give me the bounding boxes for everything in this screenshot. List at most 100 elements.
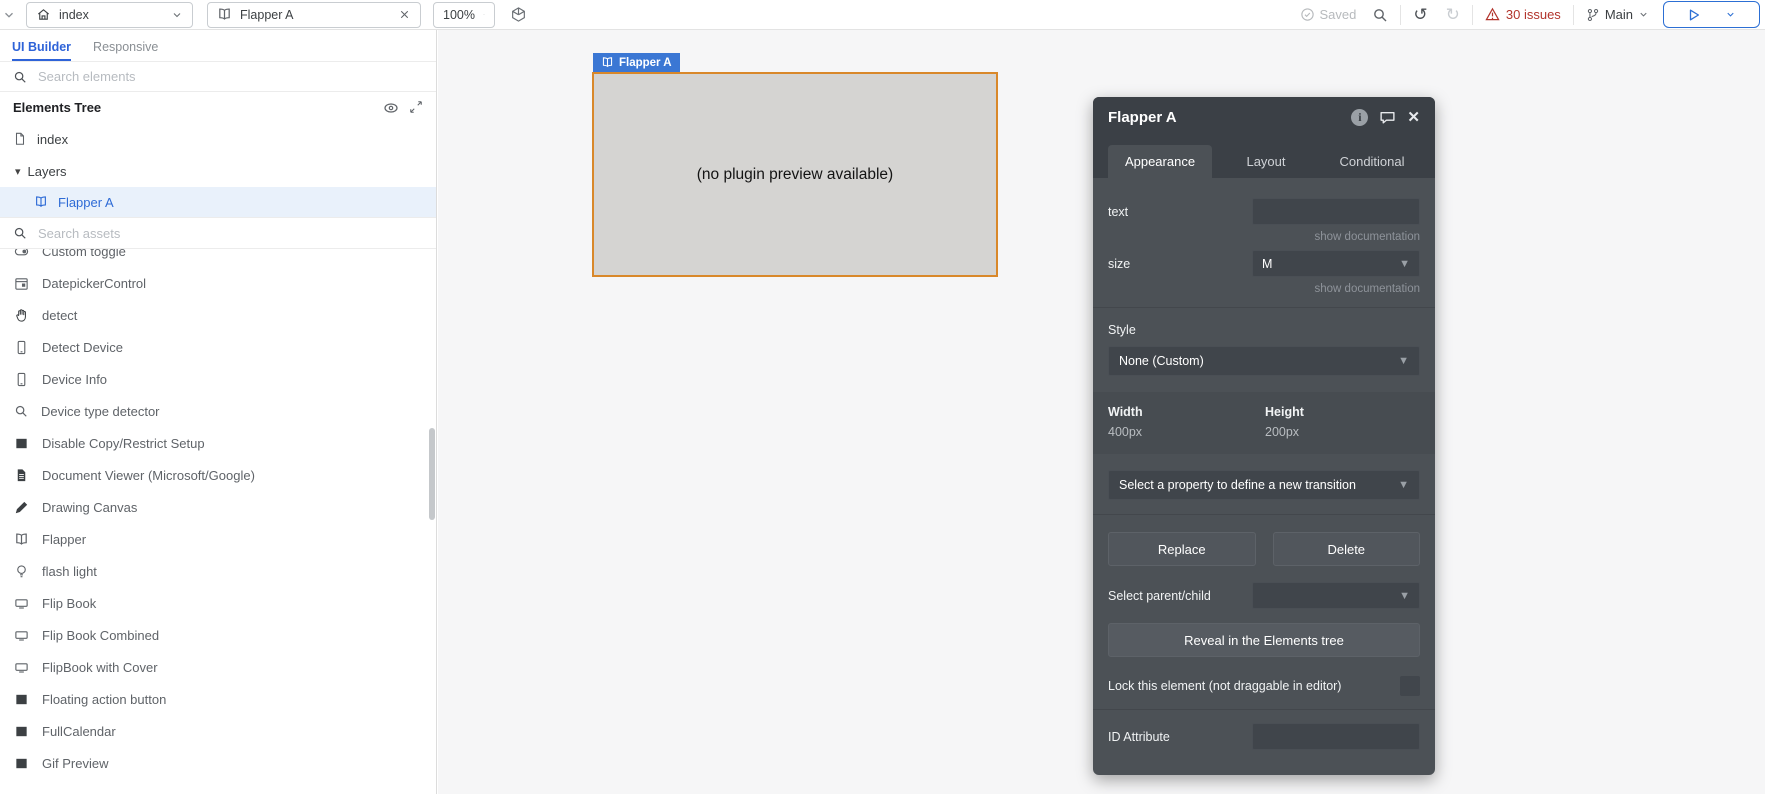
tree-item-label: Layers bbox=[27, 163, 67, 179]
lock-element-row: Lock this element (not draggable in edit… bbox=[1108, 676, 1420, 696]
page-selector-dropdown[interactable]: index bbox=[26, 1, 193, 28]
search-elements-bar bbox=[0, 62, 436, 92]
tree-item-index[interactable]: index bbox=[0, 123, 436, 155]
tab-responsive[interactable]: Responsive bbox=[93, 40, 158, 61]
eye-icon[interactable] bbox=[383, 100, 399, 116]
collapse-chevron-icon[interactable] bbox=[2, 8, 16, 22]
lock-element-checkbox[interactable] bbox=[1400, 676, 1420, 696]
page-icon bbox=[15, 132, 25, 145]
book-icon bbox=[36, 196, 46, 207]
height-value: 200px bbox=[1265, 425, 1300, 439]
warning-triangle-icon bbox=[1485, 8, 1500, 21]
style-select[interactable]: None (Custom) ▼ bbox=[1108, 346, 1420, 376]
asset-label: Device Info bbox=[42, 371, 108, 387]
element-actions: Replace Delete bbox=[1108, 532, 1420, 566]
asset-item[interactable]: Device Info bbox=[0, 363, 436, 395]
phone-icon bbox=[17, 340, 26, 354]
asset-item[interactable]: Gif Preview bbox=[0, 747, 436, 779]
caret-down-icon[interactable]: ▾ bbox=[15, 165, 21, 178]
branch-name-label: Main bbox=[1604, 7, 1633, 22]
monitor-icon bbox=[15, 598, 28, 609]
asset-label: detect bbox=[42, 307, 78, 323]
panel-title: Flapper A bbox=[1108, 108, 1177, 126]
asset-label: Device type detector bbox=[41, 403, 160, 419]
asset-item[interactable]: Device type detector bbox=[0, 395, 436, 427]
redo-button[interactable]: ↻ bbox=[1446, 6, 1460, 23]
tab-layout[interactable]: Layout bbox=[1214, 145, 1318, 178]
phone-icon bbox=[17, 372, 26, 386]
chevron-down-icon: ▼ bbox=[1399, 589, 1410, 602]
height-label: Height bbox=[1265, 405, 1304, 419]
asset-item[interactable]: FlipBook with Cover bbox=[0, 651, 436, 683]
chevron-down-icon: ▼ bbox=[1398, 355, 1409, 367]
tab-appearance[interactable]: Appearance bbox=[1108, 145, 1212, 178]
branch-selector[interactable]: Main bbox=[1586, 7, 1649, 22]
asset-item[interactable]: Flip Book bbox=[0, 587, 436, 619]
asset-item[interactable]: Floating action button bbox=[0, 683, 436, 715]
tab-conditional[interactable]: Conditional bbox=[1320, 145, 1424, 178]
style-section-label: Style bbox=[1108, 323, 1136, 337]
close-panel-icon[interactable]: ✕ bbox=[1407, 108, 1420, 126]
issues-button[interactable]: 30 issues bbox=[1485, 7, 1561, 22]
info-icon[interactable]: i bbox=[1351, 108, 1369, 126]
expand-icon[interactable] bbox=[409, 100, 423, 114]
text-field-input[interactable] bbox=[1252, 198, 1420, 225]
search-elements-input[interactable] bbox=[38, 69, 423, 84]
transition-select[interactable]: Select a property to define a new transi… bbox=[1108, 470, 1420, 500]
asset-item[interactable]: Custom toggle bbox=[0, 249, 436, 267]
flapper-element[interactable]: (no plugin preview available) bbox=[592, 72, 998, 277]
asset-item[interactable]: Flip Book Combined bbox=[0, 619, 436, 651]
toggle-icon bbox=[14, 249, 29, 255]
editor-canvas[interactable]: Flapper A (no plugin preview available) … bbox=[438, 30, 1765, 794]
save-status-label: Saved bbox=[1319, 7, 1357, 22]
panel-header[interactable]: Flapper A i ✕ bbox=[1093, 97, 1435, 137]
id-attribute-input[interactable] bbox=[1252, 723, 1420, 750]
asset-item[interactable]: DatepickerControl bbox=[0, 267, 436, 299]
size-field-label: size bbox=[1108, 256, 1131, 271]
preview-button[interactable] bbox=[1663, 1, 1760, 28]
tab-ui-builder[interactable]: UI Builder bbox=[12, 40, 72, 61]
zoom-level-dropdown[interactable]: 100% bbox=[433, 1, 495, 28]
tree-item-layers[interactable]: ▾ Layers bbox=[0, 155, 436, 187]
replace-button[interactable]: Replace bbox=[1108, 532, 1256, 566]
chevron-down-icon: ▼ bbox=[1399, 257, 1410, 270]
asset-item[interactable]: Disable Copy/Restrict Setup bbox=[0, 427, 436, 459]
selected-element-tag[interactable]: Flapper A bbox=[593, 53, 680, 72]
comment-bubble-icon[interactable] bbox=[1379, 109, 1396, 126]
document-icon bbox=[17, 468, 26, 482]
show-documentation-link[interactable]: show documentation bbox=[1108, 283, 1420, 295]
asset-label: Gif Preview bbox=[42, 755, 109, 771]
bulb-icon bbox=[17, 564, 26, 577]
open-element-tab-label: Flapper A bbox=[240, 7, 294, 22]
delete-button[interactable]: Delete bbox=[1272, 532, 1420, 566]
search-assets-bar bbox=[0, 217, 436, 249]
asset-item[interactable]: Drawing Canvas bbox=[0, 491, 436, 523]
undo-button[interactable]: ↺ bbox=[1413, 6, 1427, 23]
id-attribute-label: ID Attribute bbox=[1108, 729, 1170, 744]
open-element-tab[interactable]: Flapper A bbox=[207, 1, 421, 28]
tree-item-flapper-a[interactable]: Flapper A bbox=[0, 187, 436, 217]
close-tab-icon[interactable] bbox=[398, 8, 411, 21]
size-select[interactable]: M ▼ bbox=[1252, 250, 1420, 277]
chevron-down-icon bbox=[1640, 12, 1647, 17]
component-library-button[interactable] bbox=[510, 6, 527, 23]
asset-item[interactable]: detect bbox=[0, 299, 436, 331]
search-assets-input[interactable] bbox=[38, 225, 423, 241]
asset-item[interactable]: Document Viewer (Microsoft/Google) bbox=[0, 459, 436, 491]
asset-item[interactable]: flash light bbox=[0, 555, 436, 587]
sidebar-scrollbar[interactable] bbox=[429, 428, 435, 520]
search-button[interactable] bbox=[1372, 7, 1388, 23]
parent-child-select[interactable]: ▼ bbox=[1252, 582, 1420, 609]
asset-label: FlipBook with Cover bbox=[42, 659, 158, 675]
assets-list: Custom toggle DatepickerControl detect D… bbox=[0, 249, 436, 783]
asset-item[interactable]: Flapper bbox=[0, 523, 436, 555]
width-label: Width bbox=[1108, 405, 1143, 419]
reveal-in-tree-button[interactable]: Reveal in the Elements tree bbox=[1108, 623, 1420, 657]
asset-item[interactable]: FullCalendar bbox=[0, 715, 436, 747]
parent-child-label: Select parent/child bbox=[1108, 588, 1211, 603]
chevron-down-icon: ▼ bbox=[1398, 479, 1409, 491]
asset-item[interactable]: Detect Device bbox=[0, 331, 436, 363]
show-documentation-link[interactable]: show documentation bbox=[1108, 231, 1420, 243]
book-icon bbox=[602, 57, 613, 67]
id-attribute-row: ID Attribute bbox=[1108, 723, 1420, 750]
